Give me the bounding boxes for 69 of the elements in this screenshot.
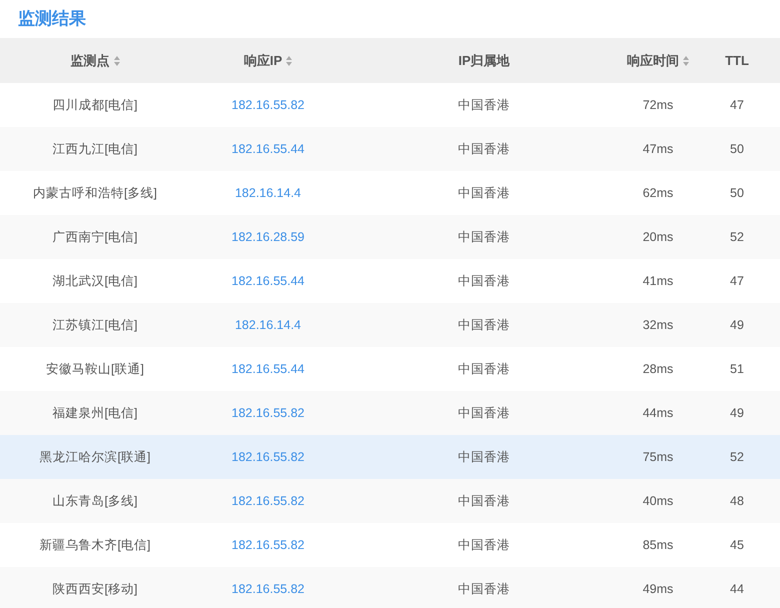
column-header[interactable]: 监测点 xyxy=(70,50,110,70)
ip-link[interactable]: 182.16.28.59 xyxy=(232,228,304,246)
column-header: IP归属地 xyxy=(458,52,510,70)
table-cell-text: 52 xyxy=(730,448,744,466)
table-cell-text: 中国香港 xyxy=(458,580,510,598)
sort-icon[interactable] xyxy=(114,56,120,66)
table-cell-text: 49 xyxy=(730,404,744,422)
table-cell-text: 中国香港 xyxy=(458,492,510,510)
table-cell-text: 85ms xyxy=(642,536,674,554)
table-cell-text: 51 xyxy=(730,360,744,378)
column-header: TTL xyxy=(725,52,749,70)
table-cell-text: 中国香港 xyxy=(458,404,510,422)
table-cell-text: 福建泉州[电信] xyxy=(52,404,138,422)
table-cell-text: 48 xyxy=(730,492,744,510)
table-cell-text: 45 xyxy=(730,536,744,554)
table-cell-text: 陕西西安[移动] xyxy=(52,580,138,598)
ip-link[interactable]: 182.16.55.82 xyxy=(232,448,304,466)
table-cell-text: 安徽马鞍山[联通] xyxy=(46,360,144,378)
table-cell-text: 44 xyxy=(730,580,744,598)
table-cell-text: 中国香港 xyxy=(458,140,510,158)
table-cell-text: 中国香港 xyxy=(458,272,510,290)
table-cell-text: 江苏镇江[电信] xyxy=(52,316,138,334)
table-cell-text: 40ms xyxy=(642,492,674,510)
table-cell-text: 四川成都[电信] xyxy=(52,96,138,114)
table-cell-text: 28ms xyxy=(642,360,674,378)
table-cell-text: 中国香港 xyxy=(458,184,510,202)
table-cell-text: 47 xyxy=(730,96,744,114)
table-cell-text: 62ms xyxy=(642,184,674,202)
table-cell-text: 49ms xyxy=(642,580,674,598)
table-cell-text: 中国香港 xyxy=(458,96,510,114)
table-cell-text: 中国香港 xyxy=(458,316,510,334)
ip-link[interactable]: 182.16.55.82 xyxy=(232,492,304,510)
table-cell-text: 75ms xyxy=(642,448,674,466)
table-cell-text: 20ms xyxy=(642,228,674,246)
sort-icon[interactable] xyxy=(286,56,292,66)
table-cell-text: 中国香港 xyxy=(458,536,510,554)
column-header[interactable]: 响应时间 xyxy=(627,50,679,70)
ip-link[interactable]: 182.16.55.44 xyxy=(232,360,304,378)
table-cell-text: 32ms xyxy=(642,316,674,334)
table-cell-text: 黑龙江哈尔滨[联通] xyxy=(40,448,150,466)
ip-link[interactable]: 182.16.55.82 xyxy=(232,96,304,114)
table-cell-text: 山东青岛[多线] xyxy=(52,492,138,510)
sort-icon[interactable] xyxy=(683,56,689,66)
table-cell-text: 72ms xyxy=(642,96,674,114)
table-cell-text: 江西九江[电信] xyxy=(52,140,138,158)
ip-link[interactable]: 182.16.55.82 xyxy=(232,580,304,598)
table-cell-text: 47 xyxy=(730,272,744,290)
table-cell-text: 50 xyxy=(730,140,744,158)
table-cell-text: 湖北武汉[电信] xyxy=(52,272,138,290)
ip-link[interactable]: 182.16.55.82 xyxy=(232,536,304,554)
table-cell-text: 中国香港 xyxy=(458,228,510,246)
table-cell-text: 中国香港 xyxy=(458,360,510,378)
ip-link[interactable]: 182.16.14.4 xyxy=(234,316,302,334)
table-cell-text: 49 xyxy=(730,316,744,334)
table-cell-text: 41ms xyxy=(642,272,674,290)
table-cell-text: 内蒙古呼和浩特[多线] xyxy=(33,184,157,202)
ip-link[interactable]: 182.16.55.44 xyxy=(232,272,304,290)
table-cell-text: 广西南宁[电信] xyxy=(52,228,138,246)
column-header[interactable]: 响应IP xyxy=(244,50,282,70)
table-cell-text: 中国香港 xyxy=(458,448,510,466)
section-title: 监测结果 xyxy=(18,8,86,30)
table-cell-text: 44ms xyxy=(642,404,674,422)
table-cell-text: 50 xyxy=(730,184,744,202)
ip-link[interactable]: 182.16.14.4 xyxy=(234,184,302,202)
table-cell-text: 47ms xyxy=(642,140,674,158)
table-cell-text: 新疆乌鲁木齐[电信] xyxy=(40,536,150,554)
table-cell-text: 52 xyxy=(730,228,744,246)
ip-link[interactable]: 182.16.55.44 xyxy=(232,140,304,158)
ip-link[interactable]: 182.16.55.82 xyxy=(232,404,304,422)
